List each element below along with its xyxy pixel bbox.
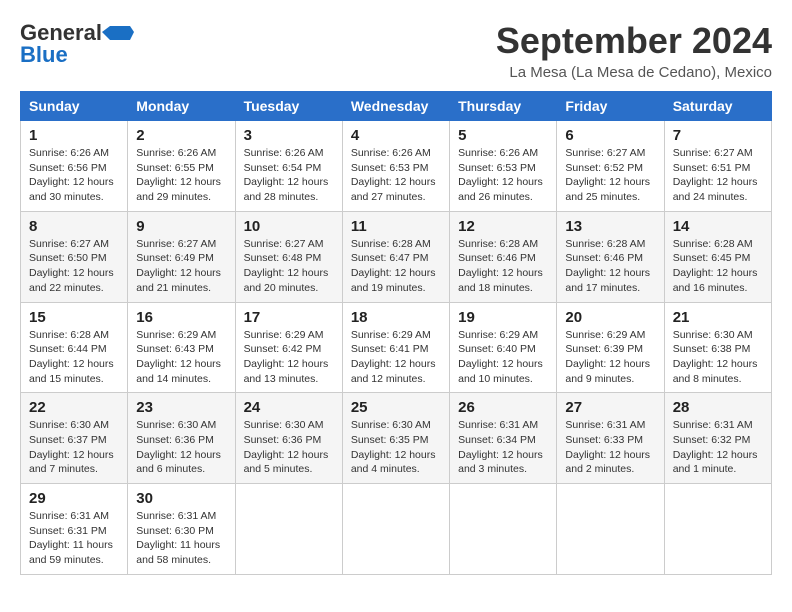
- col-thursday: Thursday: [450, 92, 557, 121]
- empty-cell: [235, 484, 342, 575]
- empty-cell: [342, 484, 449, 575]
- empty-cell: [557, 484, 664, 575]
- list-item: 10 Sunrise: 6:27 AMSunset: 6:48 PMDaylig…: [235, 211, 342, 302]
- col-tuesday: Tuesday: [235, 92, 342, 121]
- list-item: 21 Sunrise: 6:30 AMSunset: 6:38 PMDaylig…: [664, 302, 771, 393]
- col-sunday: Sunday: [21, 92, 128, 121]
- list-item: 29 Sunrise: 6:31 AMSunset: 6:31 PMDaylig…: [21, 484, 128, 575]
- col-wednesday: Wednesday: [342, 92, 449, 121]
- list-item: 17 Sunrise: 6:29 AMSunset: 6:42 PMDaylig…: [235, 302, 342, 393]
- list-item: 18 Sunrise: 6:29 AMSunset: 6:41 PMDaylig…: [342, 302, 449, 393]
- calendar-table: Sunday Monday Tuesday Wednesday Thursday…: [20, 91, 772, 575]
- empty-cell: [450, 484, 557, 575]
- list-item: 23 Sunrise: 6:30 AMSunset: 6:36 PMDaylig…: [128, 393, 235, 484]
- logo-icon: [102, 22, 134, 44]
- list-item: 2 Sunrise: 6:26 AMSunset: 6:55 PMDayligh…: [128, 121, 235, 212]
- list-item: 19 Sunrise: 6:29 AMSunset: 6:40 PMDaylig…: [450, 302, 557, 393]
- list-item: 28 Sunrise: 6:31 AMSunset: 6:32 PMDaylig…: [664, 393, 771, 484]
- list-item: 3 Sunrise: 6:26 AMSunset: 6:54 PMDayligh…: [235, 121, 342, 212]
- table-row: 8 Sunrise: 6:27 AMSunset: 6:50 PMDayligh…: [21, 211, 772, 302]
- list-item: 11 Sunrise: 6:28 AMSunset: 6:47 PMDaylig…: [342, 211, 449, 302]
- table-row: 22 Sunrise: 6:30 AMSunset: 6:37 PMDaylig…: [21, 393, 772, 484]
- title-area: September 2024 La Mesa (La Mesa de Cedan…: [496, 20, 772, 81]
- list-item: 1 Sunrise: 6:26 AMSunset: 6:56 PMDayligh…: [21, 121, 128, 212]
- list-item: 16 Sunrise: 6:29 AMSunset: 6:43 PMDaylig…: [128, 302, 235, 393]
- empty-cell: [664, 484, 771, 575]
- list-item: 7 Sunrise: 6:27 AMSunset: 6:51 PMDayligh…: [664, 121, 771, 212]
- list-item: 13 Sunrise: 6:28 AMSunset: 6:46 PMDaylig…: [557, 211, 664, 302]
- list-item: 4 Sunrise: 6:26 AMSunset: 6:53 PMDayligh…: [342, 121, 449, 212]
- month-title: September 2024: [496, 20, 772, 62]
- col-saturday: Saturday: [664, 92, 771, 121]
- list-item: 27 Sunrise: 6:31 AMSunset: 6:33 PMDaylig…: [557, 393, 664, 484]
- calendar-header-row: Sunday Monday Tuesday Wednesday Thursday…: [21, 92, 772, 121]
- logo: General Blue: [20, 20, 134, 68]
- location-title: La Mesa (La Mesa de Cedano), Mexico: [496, 64, 772, 81]
- list-item: 12 Sunrise: 6:28 AMSunset: 6:46 PMDaylig…: [450, 211, 557, 302]
- table-row: 15 Sunrise: 6:28 AMSunset: 6:44 PMDaylig…: [21, 302, 772, 393]
- list-item: 20 Sunrise: 6:29 AMSunset: 6:39 PMDaylig…: [557, 302, 664, 393]
- table-row: 1 Sunrise: 6:26 AMSunset: 6:56 PMDayligh…: [21, 121, 772, 212]
- list-item: 8 Sunrise: 6:27 AMSunset: 6:50 PMDayligh…: [21, 211, 128, 302]
- list-item: 9 Sunrise: 6:27 AMSunset: 6:49 PMDayligh…: [128, 211, 235, 302]
- list-item: 6 Sunrise: 6:27 AMSunset: 6:52 PMDayligh…: [557, 121, 664, 212]
- logo-blue-text: Blue: [20, 42, 68, 68]
- list-item: 30 Sunrise: 6:31 AMSunset: 6:30 PMDaylig…: [128, 484, 235, 575]
- list-item: 14 Sunrise: 6:28 AMSunset: 6:45 PMDaylig…: [664, 211, 771, 302]
- list-item: 26 Sunrise: 6:31 AMSunset: 6:34 PMDaylig…: [450, 393, 557, 484]
- table-row: 29 Sunrise: 6:31 AMSunset: 6:31 PMDaylig…: [21, 484, 772, 575]
- col-monday: Monday: [128, 92, 235, 121]
- list-item: 15 Sunrise: 6:28 AMSunset: 6:44 PMDaylig…: [21, 302, 128, 393]
- page-header: General Blue September 2024 La Mesa (La …: [20, 20, 772, 81]
- list-item: 24 Sunrise: 6:30 AMSunset: 6:36 PMDaylig…: [235, 393, 342, 484]
- col-friday: Friday: [557, 92, 664, 121]
- list-item: 5 Sunrise: 6:26 AMSunset: 6:53 PMDayligh…: [450, 121, 557, 212]
- list-item: 22 Sunrise: 6:30 AMSunset: 6:37 PMDaylig…: [21, 393, 128, 484]
- list-item: 25 Sunrise: 6:30 AMSunset: 6:35 PMDaylig…: [342, 393, 449, 484]
